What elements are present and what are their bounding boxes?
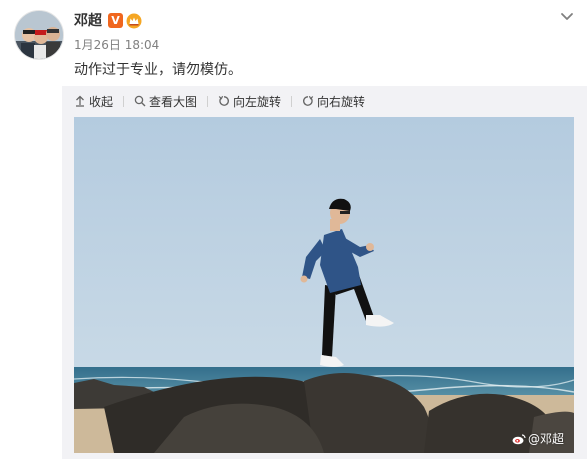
toolbar-divider (291, 95, 293, 107)
collapse-label: 收起 (89, 94, 114, 109)
beach-photo-image (74, 117, 574, 453)
rotate-right-icon (303, 95, 314, 106)
rotate-right-button[interactable]: 向右旋转 (302, 93, 365, 110)
toolbar-divider (207, 95, 209, 107)
username[interactable]: 邓超 (74, 12, 102, 30)
avatar[interactable] (14, 10, 64, 60)
rotate-left-button[interactable]: 向左旋转 (218, 93, 281, 110)
crown-badge-icon (126, 13, 142, 29)
view-large-label: 查看大图 (149, 94, 198, 109)
verified-badge: V (108, 13, 123, 28)
arrow-up-icon (76, 95, 84, 107)
chevron-down-icon[interactable] (559, 8, 575, 24)
toolbar-divider (123, 95, 125, 107)
image-toolbar: 收起 查看大图 向左旋转 向右旋转 (74, 91, 375, 111)
post-timestamp[interactable]: 1月26日 18:04 (74, 38, 159, 52)
view-large-button[interactable]: 查看大图 (134, 93, 197, 110)
watermark-text: @邓超 (527, 432, 564, 446)
rotate-left-icon (218, 95, 230, 106)
weibo-logo-icon (512, 433, 526, 444)
rotate-left-label: 向左旋转 (233, 94, 282, 109)
post-photo[interactable]: @邓超 (74, 117, 574, 453)
collapse-button[interactable]: 收起 (74, 93, 113, 110)
post-text: 动作过于专业，请勿模仿。 (74, 62, 242, 78)
watermark: @邓超 (512, 430, 564, 447)
rotate-right-label: 向右旋转 (317, 94, 366, 109)
magnifier-icon (134, 95, 146, 107)
